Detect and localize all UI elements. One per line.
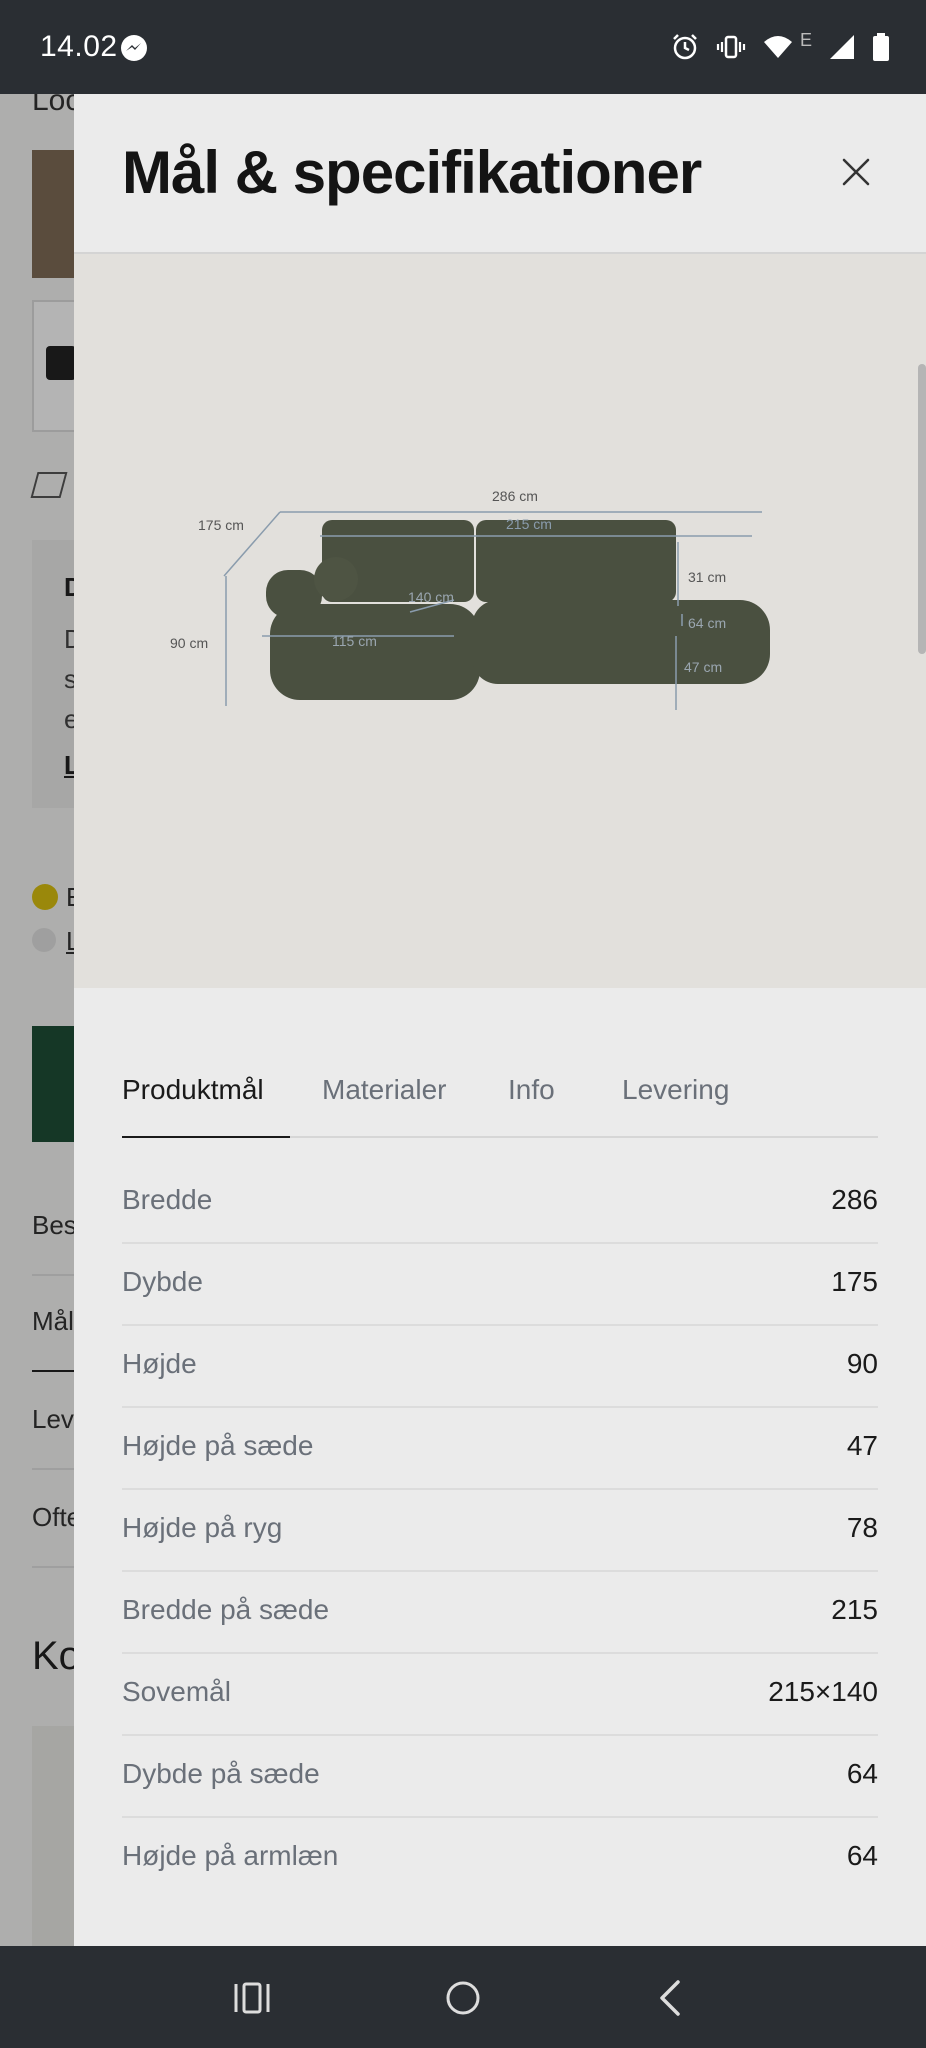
vibrate-icon xyxy=(716,35,746,59)
spec-label: Højde på ryg xyxy=(122,1512,283,1543)
signal-icon xyxy=(830,35,854,59)
status-bar: 14.02 E xyxy=(0,0,926,94)
spec-row: Bredde på sæde 215 xyxy=(122,1572,878,1654)
spec-value: 90 xyxy=(846,1348,878,1379)
spec-value: 286 xyxy=(831,1184,878,1215)
spec-row: Højde på ryg 78 xyxy=(122,1490,878,1572)
spec-row: Dybde 175 xyxy=(122,1244,878,1326)
active-tab-indicator xyxy=(122,1136,290,1138)
tab-produktmal[interactable]: Produktmål xyxy=(122,1074,264,1106)
label-seat-width: 215 cm xyxy=(506,516,552,532)
battery-icon xyxy=(873,33,889,61)
status-time: 14.02 xyxy=(40,30,118,63)
product-dimension-image: 286 cm 215 cm 175 cm 90 cm 140 cm 115 cm… xyxy=(74,254,926,988)
spec-label: Sovemål xyxy=(122,1676,231,1707)
home-icon[interactable] xyxy=(441,1976,485,2020)
system-nav-bar xyxy=(0,1946,926,2048)
modal-title: Mål & specifikationer xyxy=(122,139,702,206)
spec-label: Højde xyxy=(122,1348,197,1379)
modal-scrollbar[interactable] xyxy=(918,364,926,654)
spec-value: 78 xyxy=(846,1512,878,1543)
spec-value: 215×140 xyxy=(768,1676,878,1707)
recent-apps-icon[interactable] xyxy=(230,1976,274,2020)
spec-row: Bredde 286 xyxy=(122,1162,878,1244)
spec-label: Højde på armlæn xyxy=(122,1840,339,1871)
sofa-dimension-diagram: 286 cm 215 cm 175 cm 90 cm 140 cm 115 cm… xyxy=(170,488,770,710)
tab-materialer[interactable]: Materialer xyxy=(322,1074,446,1106)
spec-tabs: Produktmål Materialer Info Levering xyxy=(122,1064,878,1138)
dimensions-modal: Mål & specifikationer 286 cm 215 cm 175 … xyxy=(74,94,926,1946)
wifi-icon xyxy=(763,36,792,58)
close-icon[interactable] xyxy=(836,152,876,192)
label-seat-height: 47 cm xyxy=(684,659,722,675)
spec-value: 64 xyxy=(846,1758,878,1789)
spec-value: 64 xyxy=(846,1840,878,1871)
spec-row: Sovemål 215×140 xyxy=(122,1654,878,1736)
label-total-width: 286 cm xyxy=(492,488,538,504)
spec-label: Dybde på sæde xyxy=(122,1758,320,1789)
spec-row: Højde på sæde 47 xyxy=(122,1408,878,1490)
status-icons: E xyxy=(670,30,890,64)
spec-value: 175 xyxy=(831,1266,878,1297)
spec-label: Dybde xyxy=(122,1266,203,1297)
spec-label: Højde på sæde xyxy=(122,1430,314,1461)
label-chaise-width: 115 cm xyxy=(332,633,377,649)
label-depth: 175 cm xyxy=(198,517,244,533)
spec-label: Bredde på sæde xyxy=(122,1594,330,1625)
spec-value: 47 xyxy=(846,1430,878,1461)
tab-levering[interactable]: Levering xyxy=(622,1074,729,1106)
spec-row: Højde 90 xyxy=(122,1326,878,1408)
label-back-height: 31 cm xyxy=(688,569,726,585)
label-height: 90 cm xyxy=(170,635,208,651)
back-icon[interactable] xyxy=(650,1976,694,2020)
spec-row: Dybde på sæde 64 xyxy=(122,1736,878,1818)
label-seat-depth: 64 cm xyxy=(688,615,726,631)
spec-row: Højde på armlæn 64 xyxy=(122,1818,878,1898)
spec-list: Bredde 286 Dybde 175 Højde 90 Højde på s… xyxy=(122,1162,878,1898)
spec-value: 215 xyxy=(831,1594,878,1625)
tab-info[interactable]: Info xyxy=(508,1074,555,1106)
modal-header: Mål & specifikationer xyxy=(74,94,926,254)
alarm-icon xyxy=(673,34,697,60)
network-label: E xyxy=(799,29,812,50)
label-chaise-depth: 140 cm xyxy=(408,589,454,605)
spec-label: Bredde xyxy=(122,1184,213,1215)
messenger-icon xyxy=(121,35,147,61)
